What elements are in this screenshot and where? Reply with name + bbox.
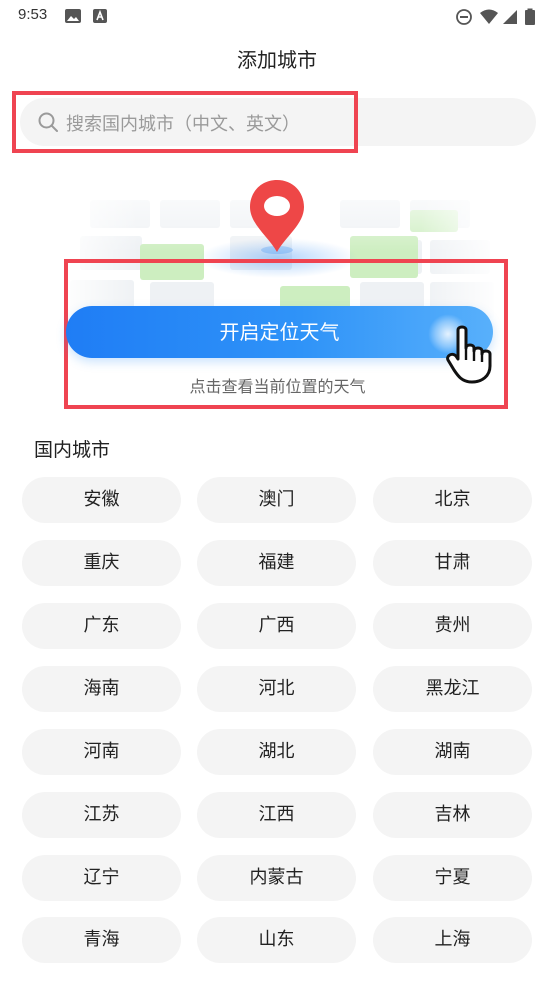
city-chip[interactable]: 安徽 [22, 477, 181, 523]
city-chip[interactable]: 福建 [197, 540, 356, 586]
city-chip[interactable]: 贵州 [373, 603, 532, 649]
location-hint: 点击查看当前位置的天气 [189, 377, 366, 396]
location-pin-icon [248, 178, 306, 260]
city-chip[interactable]: 内蒙古 [197, 855, 356, 901]
city-chip[interactable]: 吉林 [373, 792, 532, 838]
city-chip[interactable]: 江苏 [22, 792, 181, 838]
city-chip[interactable]: 青海 [22, 917, 181, 963]
city-chip[interactable]: 广东 [22, 603, 181, 649]
city-chip[interactable]: 河北 [197, 666, 356, 712]
city-chip[interactable]: 湖南 [373, 729, 532, 775]
dnd-icon [455, 8, 473, 30]
city-chip[interactable]: 澳门 [197, 477, 356, 523]
domestic-cities-heading: 国内城市 [34, 439, 111, 461]
city-chip[interactable]: 河南 [22, 729, 181, 775]
city-chip[interactable]: 北京 [373, 477, 532, 523]
search-highlight-frame [12, 91, 358, 153]
city-chip[interactable]: 山东 [197, 917, 356, 963]
image-icon [64, 8, 82, 28]
a-badge-icon [92, 8, 108, 28]
city-chip[interactable]: 宁夏 [373, 855, 532, 901]
city-chip[interactable]: 江西 [197, 792, 356, 838]
signal-icon [502, 8, 518, 30]
city-chip[interactable]: 海南 [22, 666, 181, 712]
city-chip[interactable]: 黑龙江 [373, 666, 532, 712]
status-bar: 9:53 [0, 0, 554, 34]
city-chip[interactable]: 湖北 [197, 729, 356, 775]
city-chip[interactable]: 重庆 [22, 540, 181, 586]
page-title: 添加城市 [237, 48, 317, 72]
city-chip[interactable]: 上海 [373, 917, 532, 963]
city-chip[interactable]: 甘肃 [373, 540, 532, 586]
battery-icon [524, 8, 536, 30]
status-time: 9:53 [18, 6, 48, 23]
wifi-icon [479, 8, 499, 30]
city-chip[interactable]: 广西 [197, 603, 356, 649]
city-chip[interactable]: 辽宁 [22, 855, 181, 901]
